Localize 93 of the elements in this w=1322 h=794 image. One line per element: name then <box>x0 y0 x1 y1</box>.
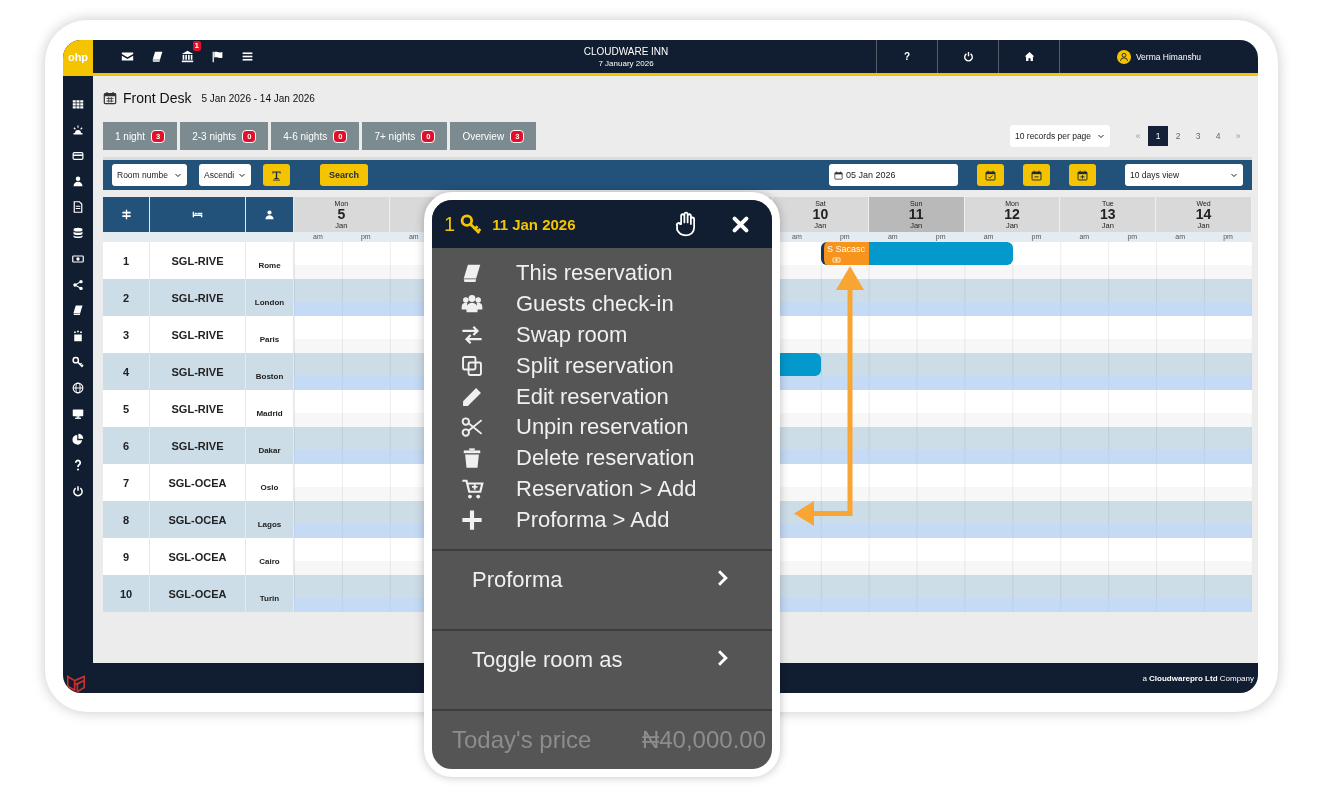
card-icon[interactable] <box>72 149 84 162</box>
menu-item[interactable]: Proforma > Add <box>432 504 772 536</box>
hotel-name: CLOUDWARE INN <box>583 45 669 57</box>
today-button[interactable] <box>977 164 1004 186</box>
clear-filter-button[interactable] <box>263 164 290 186</box>
pie-chart-icon[interactable] <box>72 433 84 446</box>
signpost-icon <box>120 209 132 220</box>
menu-item[interactable]: Split reservation <box>432 350 772 382</box>
previous-button[interactable] <box>1023 164 1050 186</box>
key-icon[interactable] <box>72 355 84 368</box>
menu-item[interactable]: Guests check-in <box>432 288 772 320</box>
caret-icon <box>238 171 246 179</box>
key-icon <box>460 213 483 235</box>
day-number: 10 <box>812 206 829 221</box>
alarm-light-icon[interactable] <box>72 123 84 136</box>
calendar-plus-icon <box>1077 169 1088 181</box>
day-number: 5 <box>337 206 346 221</box>
next-button[interactable] <box>1069 164 1096 186</box>
home-icon <box>1023 51 1035 62</box>
calendar-icon <box>103 91 117 105</box>
close-icon[interactable] <box>731 214 750 234</box>
menu-item[interactable]: Unpin reservation <box>432 412 772 443</box>
bank-icon[interactable] <box>181 50 194 63</box>
calendar-check-icon <box>985 169 996 181</box>
guest-name: S Sacasc <box>826 244 866 254</box>
power-icon <box>962 51 974 62</box>
day-number: 12 <box>1004 206 1020 221</box>
monitor-icon[interactable] <box>72 407 84 420</box>
scissors-icon <box>460 416 484 439</box>
power-icon[interactable] <box>72 484 84 497</box>
bed-icon <box>192 209 203 220</box>
sort-field-select[interactable]: Room numbe <box>112 164 187 186</box>
page-link[interactable]: 1 <box>1148 126 1168 146</box>
day-number: 13 <box>1100 206 1116 221</box>
current-date: 7 January 2026 <box>598 58 654 68</box>
day-number: 14 <box>1195 206 1212 221</box>
submenu-item[interactable]: Proforma <box>432 549 772 630</box>
caret-icon <box>1097 132 1105 140</box>
swap-arrows-icon <box>460 324 484 346</box>
date-range: 5 Jan 2026 - 14 Jan 2026 <box>201 92 315 104</box>
flag-icon[interactable] <box>211 50 224 63</box>
copy-icon <box>460 354 484 377</box>
menu-date: 11 Jan 2026 <box>492 215 576 233</box>
page-link[interactable]: 2 <box>1168 126 1188 146</box>
cash-icon[interactable] <box>72 252 84 265</box>
table-cell: SGL-OCEA <box>150 575 246 612</box>
view-select[interactable]: 10 days view <box>1125 164 1243 186</box>
mail-icon[interactable] <box>121 50 134 63</box>
menu-icon[interactable] <box>241 50 254 63</box>
book-icon[interactable] <box>72 304 84 317</box>
text-icon <box>271 169 282 181</box>
help-button[interactable]: ? <box>876 40 937 73</box>
table-cell: 10 <box>103 575 150 612</box>
document-icon[interactable] <box>72 201 84 214</box>
calendar-minus-icon <box>1031 169 1042 181</box>
menu-item[interactable]: Reservation > Add <box>432 473 772 505</box>
page-link[interactable]: 3 <box>1188 126 1208 146</box>
notification-badge: 1 <box>192 41 201 51</box>
price-label: Today's price <box>452 726 592 755</box>
book-icon[interactable] <box>151 50 164 63</box>
plus-icon <box>460 508 484 531</box>
page-title: Front Desk <box>123 90 192 106</box>
sort-order-select[interactable]: Ascendi <box>199 164 251 186</box>
caret-icon <box>1230 171 1238 179</box>
database-icon[interactable] <box>72 227 84 239</box>
company-credit: a Cloudwarepro Ltd Company <box>1142 673 1254 683</box>
building-icon[interactable] <box>72 330 84 343</box>
room-number: 1 <box>444 212 456 236</box>
date-field[interactable]: 05 Jan 2026 <box>829 164 958 186</box>
menu-item[interactable]: Swap room <box>432 319 772 351</box>
menu-item[interactable]: Edit reservation <box>432 381 772 412</box>
caret-icon <box>174 171 182 179</box>
records-per-page-select[interactable]: 10 records per page <box>1010 125 1110 147</box>
cart-icon <box>460 477 484 500</box>
date-value: 05 Jan 2026 <box>846 170 896 180</box>
search-button[interactable]: Search <box>320 164 369 186</box>
share-icon[interactable] <box>72 278 84 291</box>
menu-item[interactable]: Delete reservation <box>432 442 772 474</box>
grid-icon[interactable] <box>72 98 84 110</box>
help-icon[interactable] <box>72 459 84 472</box>
user-avatar-icon <box>1116 49 1131 64</box>
menu-item[interactable]: This reservation <box>432 258 772 289</box>
pencil-icon <box>460 385 484 408</box>
calendar-icon <box>834 170 843 180</box>
price-value: ₦40,000.00 <box>641 726 766 755</box>
submenu-item[interactable]: Toggle room as <box>432 629 772 710</box>
user-menu[interactable]: Verma Himanshu <box>1059 40 1258 73</box>
globe-icon[interactable] <box>72 381 84 394</box>
day-number: 11 <box>908 206 924 221</box>
page-link[interactable]: 4 <box>1208 126 1228 146</box>
person-icon[interactable] <box>72 175 84 188</box>
person-icon <box>264 209 275 220</box>
table-cell: Turin <box>246 575 294 612</box>
